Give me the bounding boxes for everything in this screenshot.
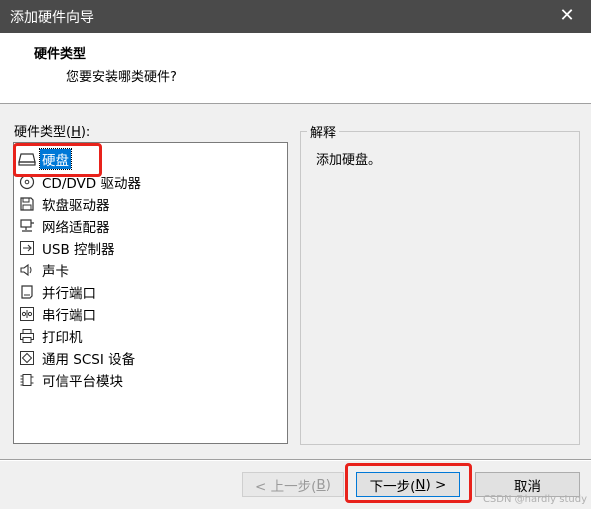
speaker-icon [18, 261, 36, 279]
list-item-label: 通用 SCSI 设备 [42, 352, 136, 368]
explanation-text: 添加硬盘。 [316, 153, 382, 168]
list-item-printer[interactable]: 打印机 [18, 326, 85, 346]
selection-highlight-annotation [13, 143, 102, 177]
parallel-port-icon [18, 283, 36, 301]
label-access-key: H [71, 125, 81, 140]
hardware-type-list[interactable]: 硬盘 CD/DVD 驱动器 软盘驱动器 网络适配器 USB 控制器 声卡 并行端… [13, 142, 288, 444]
tpm-icon [18, 371, 36, 389]
list-item-label: 并行端口 [42, 286, 96, 302]
title-bar: 添加硬件向导 ✕ [0, 0, 591, 33]
page-subtitle: 您要安装哪类硬件? [66, 70, 177, 85]
list-item-parallel-port[interactable]: 并行端口 [18, 282, 98, 302]
hardware-type-label: 硬件类型(H): [14, 125, 91, 140]
explanation-legend: 解释 [307, 122, 340, 141]
next-highlight-annotation [345, 463, 472, 503]
list-item-label: 网络适配器 [42, 220, 110, 236]
list-item-label: 串行端口 [42, 308, 96, 324]
floppy-icon [18, 195, 36, 213]
back-button[interactable]: < 上一步(B) [242, 472, 344, 497]
list-item-generic-scsi[interactable]: 通用 SCSI 设备 [18, 348, 137, 368]
list-item-floppy[interactable]: 软盘驱动器 [18, 194, 112, 214]
printer-icon [18, 327, 36, 345]
usb-icon [18, 239, 36, 257]
list-item-label: 软盘驱动器 [42, 198, 110, 214]
list-item-label: 可信平台模块 [42, 374, 123, 390]
watermark: CSDN @hardly study [482, 494, 587, 505]
wizard-header: 硬件类型 您要安装哪类硬件? [0, 33, 591, 104]
list-item-sound-card[interactable]: 声卡 [18, 260, 71, 280]
close-icon[interactable]: ✕ [557, 6, 577, 26]
explanation-group: 解释 添加硬盘。 [300, 122, 580, 445]
list-item-label: USB 控制器 [42, 242, 115, 258]
list-item-label: 声卡 [42, 264, 69, 280]
list-item-label: 打印机 [42, 330, 83, 346]
footer-divider-highlight [0, 460, 591, 461]
serial-port-icon [18, 305, 36, 323]
network-adapter-icon [18, 217, 36, 235]
scsi-icon [18, 349, 36, 367]
list-item-usb-controller[interactable]: USB 控制器 [18, 238, 117, 258]
list-item-network-adapter[interactable]: 网络适配器 [18, 216, 112, 236]
list-item-tpm[interactable]: 可信平台模块 [18, 370, 125, 390]
page-title: 硬件类型 [34, 47, 87, 62]
window-title: 添加硬件向导 [10, 9, 94, 26]
list-item-serial-port[interactable]: 串行端口 [18, 304, 98, 324]
